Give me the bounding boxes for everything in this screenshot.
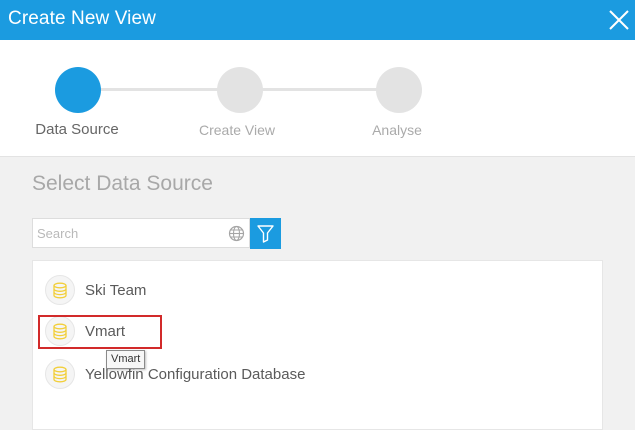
- search-box: [32, 218, 250, 248]
- step-data-source-label: Data Source: [35, 121, 119, 138]
- globe-icon[interactable]: [228, 225, 245, 242]
- step-analyse-circle[interactable]: [376, 67, 422, 113]
- step-data-source-circle[interactable]: [55, 67, 101, 113]
- dialog-title: Create New View: [8, 8, 156, 29]
- step-create-view-label: Create View: [198, 122, 276, 138]
- list-item-label: Vmart: [85, 323, 126, 340]
- step-analyse-label: Analyse: [372, 122, 422, 138]
- section-title: Select Data Source: [32, 172, 213, 195]
- list-item-yellowfin-config-db[interactable]: Yellowfin Configuration Database: [45, 359, 445, 391]
- search-input[interactable]: [37, 223, 217, 243]
- list-item-ski-team[interactable]: Ski Team: [45, 275, 345, 307]
- tooltip: Vmart: [106, 350, 146, 369]
- filter-icon: [257, 225, 274, 243]
- database-icon: [45, 316, 75, 346]
- step-connector: [100, 88, 220, 91]
- list-item-label: Ski Team: [85, 282, 147, 299]
- close-icon[interactable]: [607, 8, 631, 32]
- step-create-view-circle[interactable]: [217, 67, 263, 113]
- data-source-list: Ski Team Vmart Yellowfin Configuration D…: [32, 260, 603, 430]
- filter-button[interactable]: [250, 218, 281, 249]
- dialog-header: Create New View: [0, 0, 635, 40]
- database-icon: [45, 359, 75, 389]
- wizard-stepper: Data Source Create View Analyse: [0, 40, 635, 157]
- list-item-vmart[interactable]: Vmart: [45, 316, 345, 348]
- step-connector: [260, 88, 380, 91]
- database-icon: [45, 275, 75, 305]
